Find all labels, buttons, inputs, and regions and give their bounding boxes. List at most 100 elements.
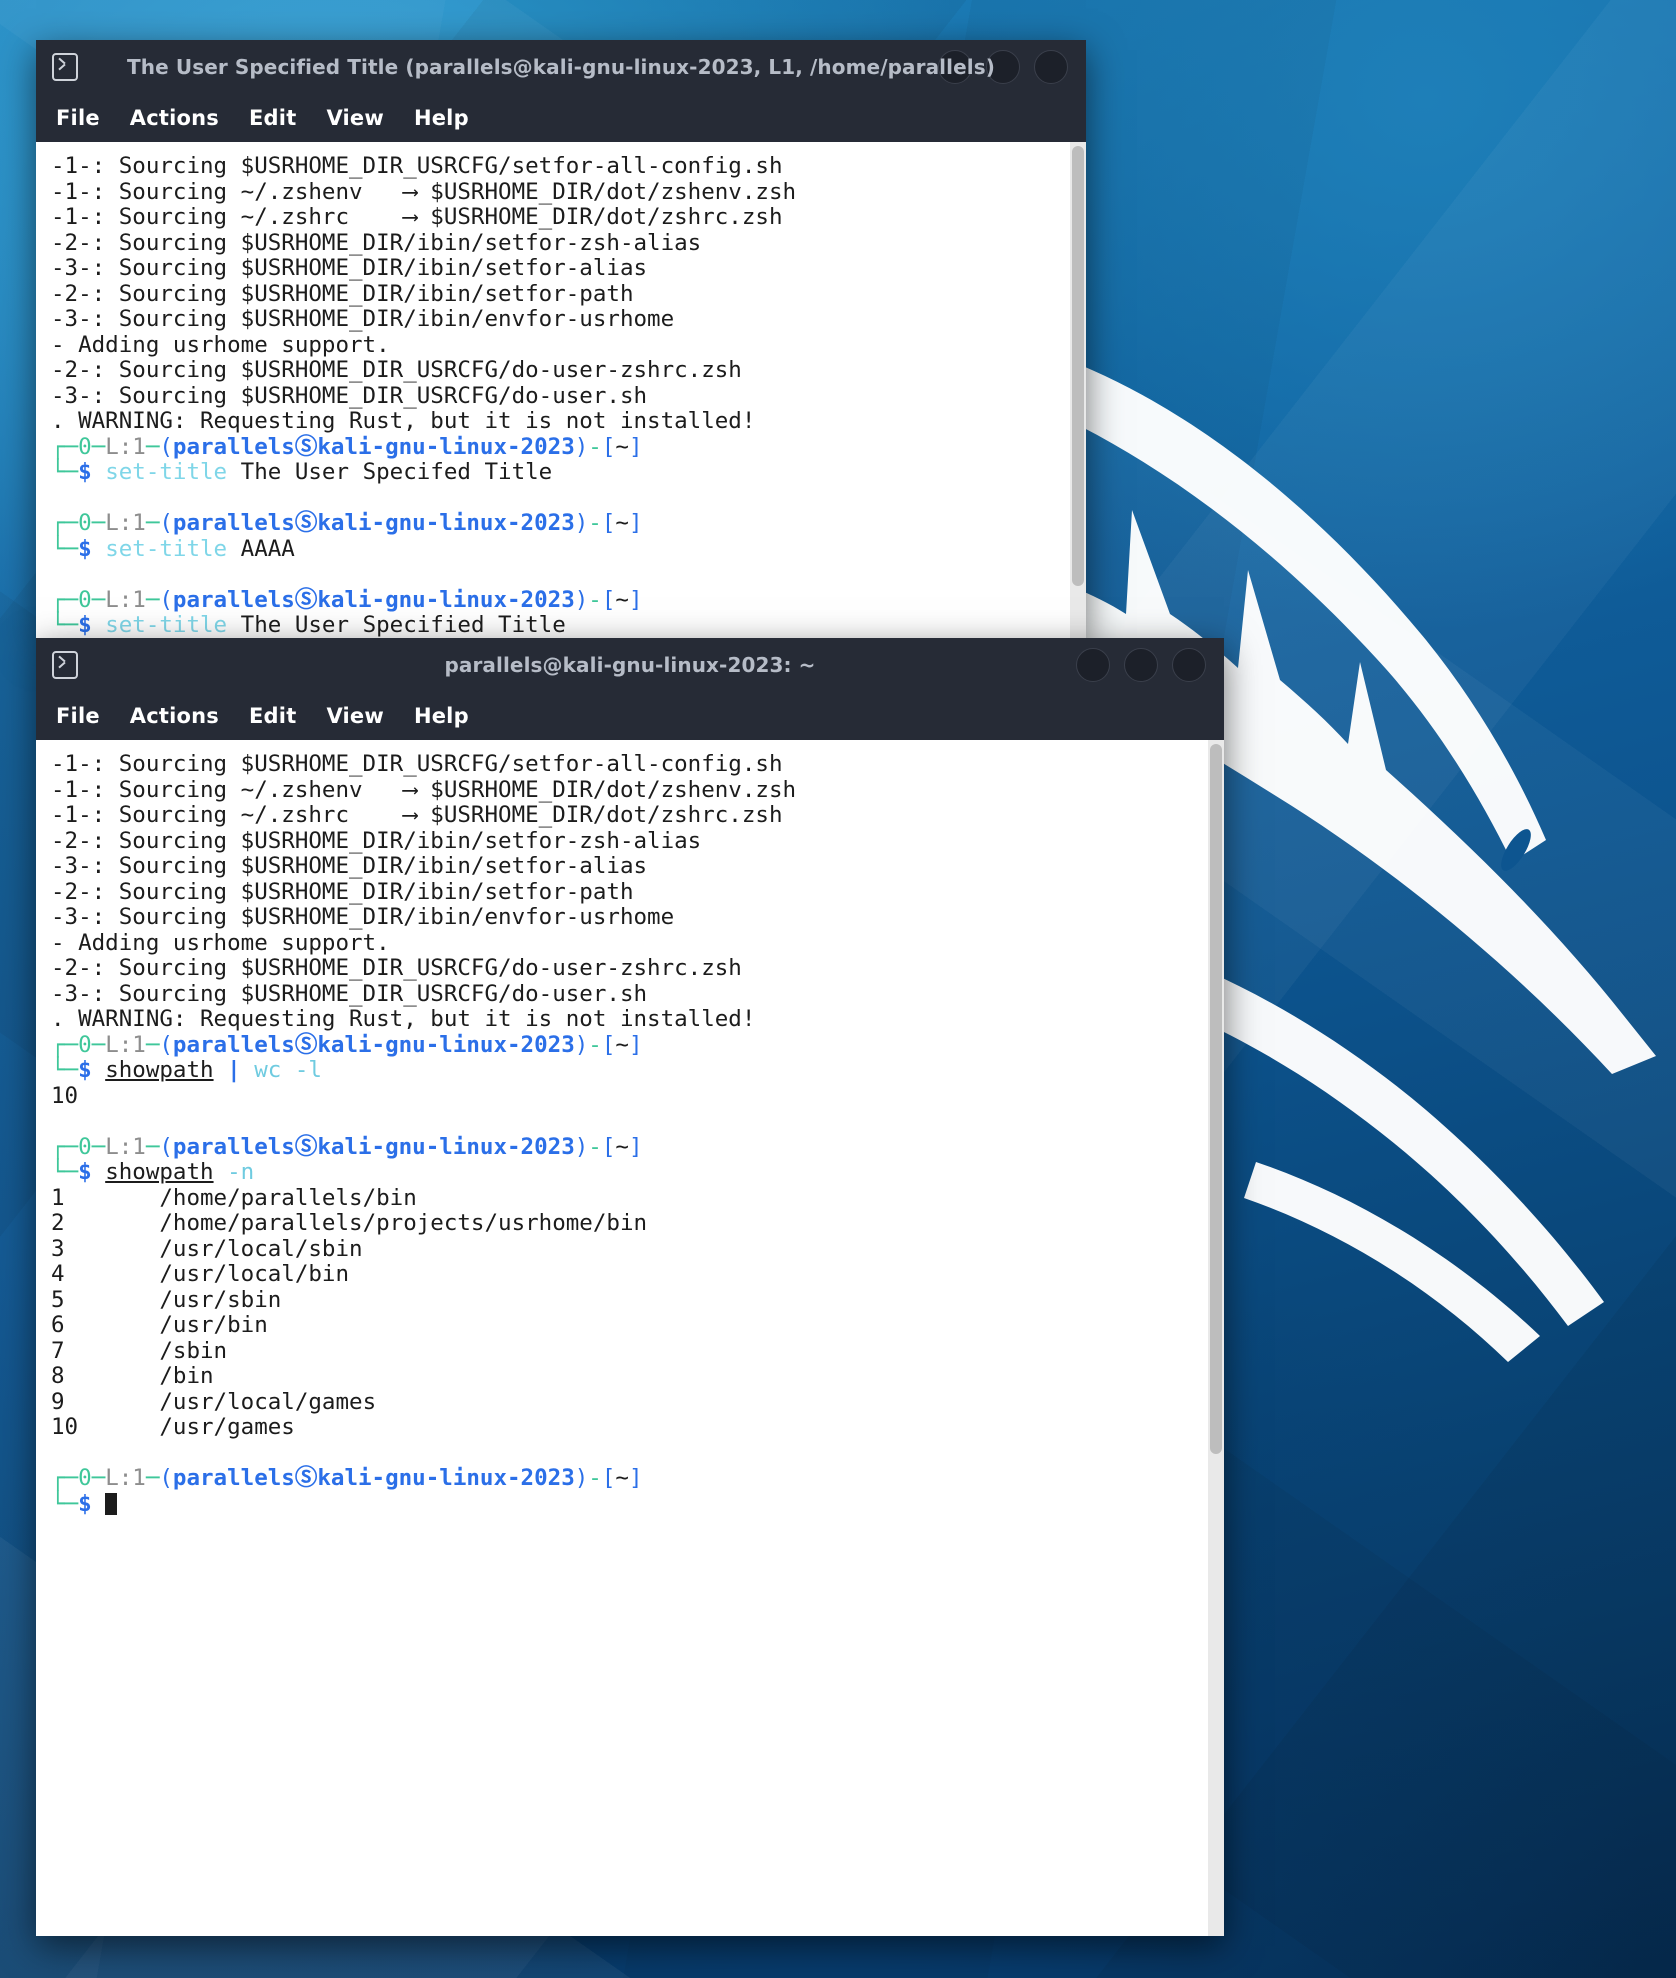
b-dash-3: ─ bbox=[91, 1465, 106, 1491]
b-close-paren-3: ) bbox=[574, 1465, 589, 1491]
path-row: 9 /usr/local/games bbox=[51, 1389, 376, 1415]
b-prompt-1-frame: ┌─ bbox=[51, 1031, 79, 1058]
menu-view[interactable]: View bbox=[326, 704, 384, 728]
prompt-3-open-paren: ( bbox=[159, 586, 173, 613]
terminal-body-top[interactable]: -1-: Sourcing $USRHOME_DIR_USRCFG/setfor… bbox=[36, 142, 1086, 640]
prompt-2-corner: └─ bbox=[51, 535, 79, 562]
menu-file[interactable]: File bbox=[56, 704, 100, 728]
menu-edit[interactable]: Edit bbox=[249, 704, 296, 728]
prompt-1-open-paren: ( bbox=[159, 433, 173, 460]
b-prompt-1-cwd: ~ bbox=[615, 1031, 629, 1058]
at-symbol-icon: Ⓢ bbox=[294, 510, 318, 536]
prompt-2-dollar: $ bbox=[78, 535, 92, 562]
b-cwd-open-2: [ bbox=[601, 1133, 616, 1160]
b-sep-3: - bbox=[588, 1465, 602, 1491]
menu-help[interactable]: Help bbox=[414, 106, 469, 130]
prompt-1-user: parallels bbox=[172, 433, 295, 460]
prompt-3-dollar: $ bbox=[78, 612, 92, 638]
menu-edit[interactable]: Edit bbox=[249, 106, 296, 130]
close-button[interactable] bbox=[1034, 50, 1068, 84]
prompt-3-cwd-close: ] bbox=[628, 586, 643, 613]
b-open-paren-2: ( bbox=[159, 1133, 173, 1160]
path-index: 1 bbox=[51, 1184, 65, 1211]
at-symbol-icon: Ⓢ bbox=[294, 1465, 318, 1491]
scrollbar-thumb-bottom[interactable] bbox=[1210, 744, 1222, 1454]
b-cwd-close-3: ] bbox=[628, 1465, 643, 1491]
scrollbar-top[interactable] bbox=[1070, 142, 1086, 640]
scrollbar-bottom[interactable] bbox=[1208, 740, 1224, 1936]
b-cwd-open-3: [ bbox=[601, 1465, 616, 1491]
prompt-1-host: kali-gnu-linux-2023 bbox=[317, 433, 575, 460]
path-value: /usr/sbin bbox=[159, 1286, 282, 1313]
b-close-paren-1: ) bbox=[574, 1031, 589, 1058]
menu-actions[interactable]: Actions bbox=[130, 704, 219, 728]
menu-actions[interactable]: Actions bbox=[130, 106, 219, 130]
prompt-3-sep: - bbox=[588, 586, 602, 613]
menubar-top[interactable]: File Actions Edit View Help bbox=[36, 94, 1086, 142]
path-value: /usr/local/sbin bbox=[159, 1235, 363, 1262]
b-dash-1: ─ bbox=[91, 1031, 106, 1058]
b-cwd-close-2: ] bbox=[628, 1133, 643, 1160]
prompt-3-corner: └─ bbox=[51, 612, 79, 638]
path-value: /home/parallels/projects/usrhome/bin bbox=[159, 1210, 648, 1236]
titlebar-bottom[interactable]: parallels@kali-gnu-linux-2023: ~ bbox=[36, 638, 1224, 692]
command-3-args: The User Specified Title bbox=[240, 612, 566, 638]
prompt-dash-2: ─ bbox=[91, 510, 106, 536]
b-open-paren-1: ( bbox=[159, 1031, 173, 1058]
b-prompt-3-frame: ┌─ bbox=[51, 1465, 79, 1491]
command-1-name: set-title bbox=[105, 459, 228, 485]
prompt-dash-1: ─ bbox=[91, 433, 106, 460]
menubar-bottom[interactable]: File Actions Edit View Help bbox=[36, 692, 1224, 740]
prompt-1-cwd-close: ] bbox=[628, 433, 643, 460]
close-button[interactable] bbox=[1172, 648, 1206, 682]
b-prompt-3-cwd: ~ bbox=[615, 1465, 629, 1491]
at-symbol-icon: Ⓢ bbox=[294, 1133, 318, 1160]
command-1-args: The User Specifed Title bbox=[240, 459, 553, 485]
b-dollar-2: $ bbox=[78, 1159, 92, 1185]
terminal-body-bottom[interactable]: -1-: Sourcing $USRHOME_DIR_USRCFG/setfor… bbox=[36, 740, 1224, 1936]
menu-view[interactable]: View bbox=[326, 106, 384, 130]
minimize-button[interactable] bbox=[938, 50, 972, 84]
b-prompt-2-level: L:1 bbox=[105, 1133, 146, 1160]
prompt-2-cwd-open: [ bbox=[601, 510, 616, 536]
window-controls-top[interactable] bbox=[938, 50, 1068, 84]
b-command-2-name: showpath bbox=[105, 1159, 214, 1185]
b-prompt-1-exit: 0 bbox=[78, 1031, 92, 1058]
terminal-window-top[interactable]: The User Specified Title (parallels@kali… bbox=[36, 40, 1086, 640]
b-prompt-3-level: L:1 bbox=[105, 1465, 146, 1491]
b-corner-3: └─ bbox=[51, 1490, 79, 1517]
b-prompt-2-user: parallels bbox=[172, 1133, 295, 1160]
window-controls-bottom[interactable] bbox=[1076, 648, 1206, 682]
path-row: 6 /usr/bin bbox=[51, 1312, 268, 1338]
text-cursor bbox=[105, 1492, 118, 1515]
maximize-button[interactable] bbox=[1124, 648, 1158, 682]
terminal-window-bottom[interactable]: parallels@kali-gnu-linux-2023: ~ File Ac… bbox=[36, 638, 1224, 1936]
path-value: /bin bbox=[159, 1363, 214, 1389]
terminal-output-top: -1-: Sourcing $USRHOME_DIR_USRCFG/setfor… bbox=[41, 148, 1086, 639]
prompt-dash-1b: ─ bbox=[145, 433, 160, 460]
minimize-button[interactable] bbox=[1076, 648, 1110, 682]
b-command-1-name: showpath bbox=[105, 1057, 214, 1083]
b-prompt-3-user: parallels bbox=[172, 1465, 295, 1491]
path-index: 10 bbox=[51, 1414, 79, 1440]
scrollbar-thumb-top[interactable] bbox=[1072, 146, 1084, 586]
path-index: 7 bbox=[51, 1337, 65, 1364]
b-command-1-rest: wc -l bbox=[254, 1057, 322, 1083]
path-row: 3 /usr/local/sbin bbox=[51, 1236, 363, 1262]
menu-file[interactable]: File bbox=[56, 106, 100, 130]
path-index: 2 bbox=[51, 1210, 65, 1236]
maximize-button[interactable] bbox=[986, 50, 1020, 84]
path-index: 9 bbox=[51, 1388, 65, 1415]
path-value: /usr/local/bin bbox=[159, 1261, 350, 1287]
titlebar-top[interactable]: The User Specified Title (parallels@kali… bbox=[36, 40, 1086, 94]
b-prompt-1-user: parallels bbox=[172, 1031, 295, 1058]
b-dash-3b: ─ bbox=[145, 1465, 160, 1491]
path-value: /usr/bin bbox=[159, 1312, 268, 1338]
menu-help[interactable]: Help bbox=[414, 704, 469, 728]
window-title-bottom: parallels@kali-gnu-linux-2023: ~ bbox=[444, 653, 816, 677]
terminal-icon bbox=[52, 53, 78, 81]
prompt-1-dollar: $ bbox=[78, 459, 92, 485]
prompt-2-sep: - bbox=[588, 510, 602, 536]
path-row: 2 /home/parallels/projects/usrhome/bin bbox=[51, 1210, 647, 1236]
b-prompt-2-host: kali-gnu-linux-2023 bbox=[317, 1133, 575, 1160]
